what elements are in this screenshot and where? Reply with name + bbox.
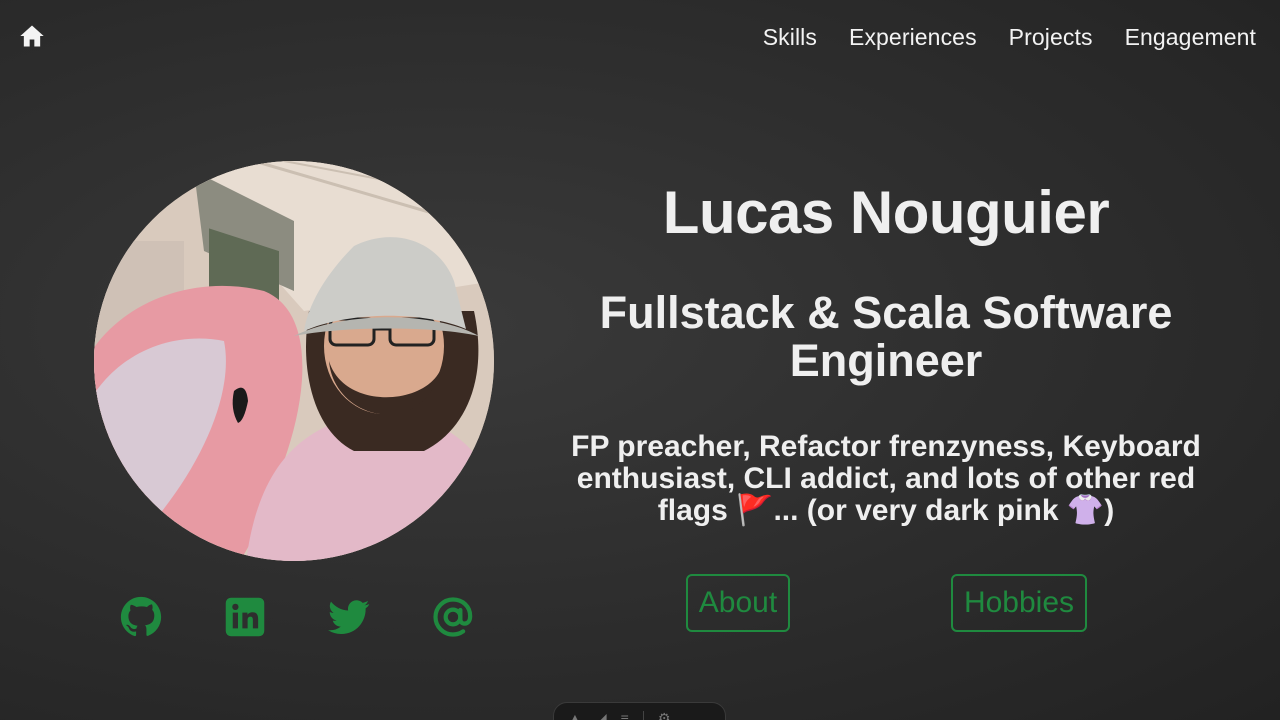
github-icon[interactable] — [120, 595, 162, 639]
nav-projects[interactable]: Projects — [1009, 24, 1093, 51]
toolbar-divider — [642, 711, 644, 720]
profile-name: Lucas Nouguier — [662, 179, 1110, 246]
nav-experiences[interactable]: Experiences — [849, 24, 977, 51]
page: Skills Experiences Projects Engagement L… — [0, 0, 1280, 720]
linkedin-icon[interactable] — [224, 595, 266, 639]
nav-skills[interactable]: Skills — [763, 24, 817, 51]
email-at-icon[interactable] — [432, 595, 474, 639]
toolbar-icon[interactable]: ◢ — [596, 711, 607, 720]
top-nav: Skills Experiences Projects Engagement — [763, 24, 1256, 51]
hobbies-button[interactable]: Hobbies — [951, 574, 1087, 632]
toolbar-icon[interactable]: ▲ — [568, 711, 582, 720]
home-icon[interactable] — [18, 22, 46, 50]
profile-role: Fullstack & Scala Software Engineer — [599, 287, 1173, 386]
toolbar-icon[interactable]: ≡ — [621, 711, 629, 720]
profile-photo — [94, 161, 494, 561]
floating-toolbar[interactable]: ▲ ◢ ≡ ⚙ — [553, 702, 726, 720]
twitter-icon[interactable] — [328, 595, 370, 639]
nav-engagement[interactable]: Engagement — [1125, 24, 1256, 51]
settings-icon[interactable]: ⚙ — [658, 711, 671, 720]
social-links — [120, 595, 474, 639]
about-button[interactable]: About — [686, 574, 790, 632]
profile-tagline: FP preacher, Refactor frenzyness, Keyboa… — [571, 430, 1201, 527]
